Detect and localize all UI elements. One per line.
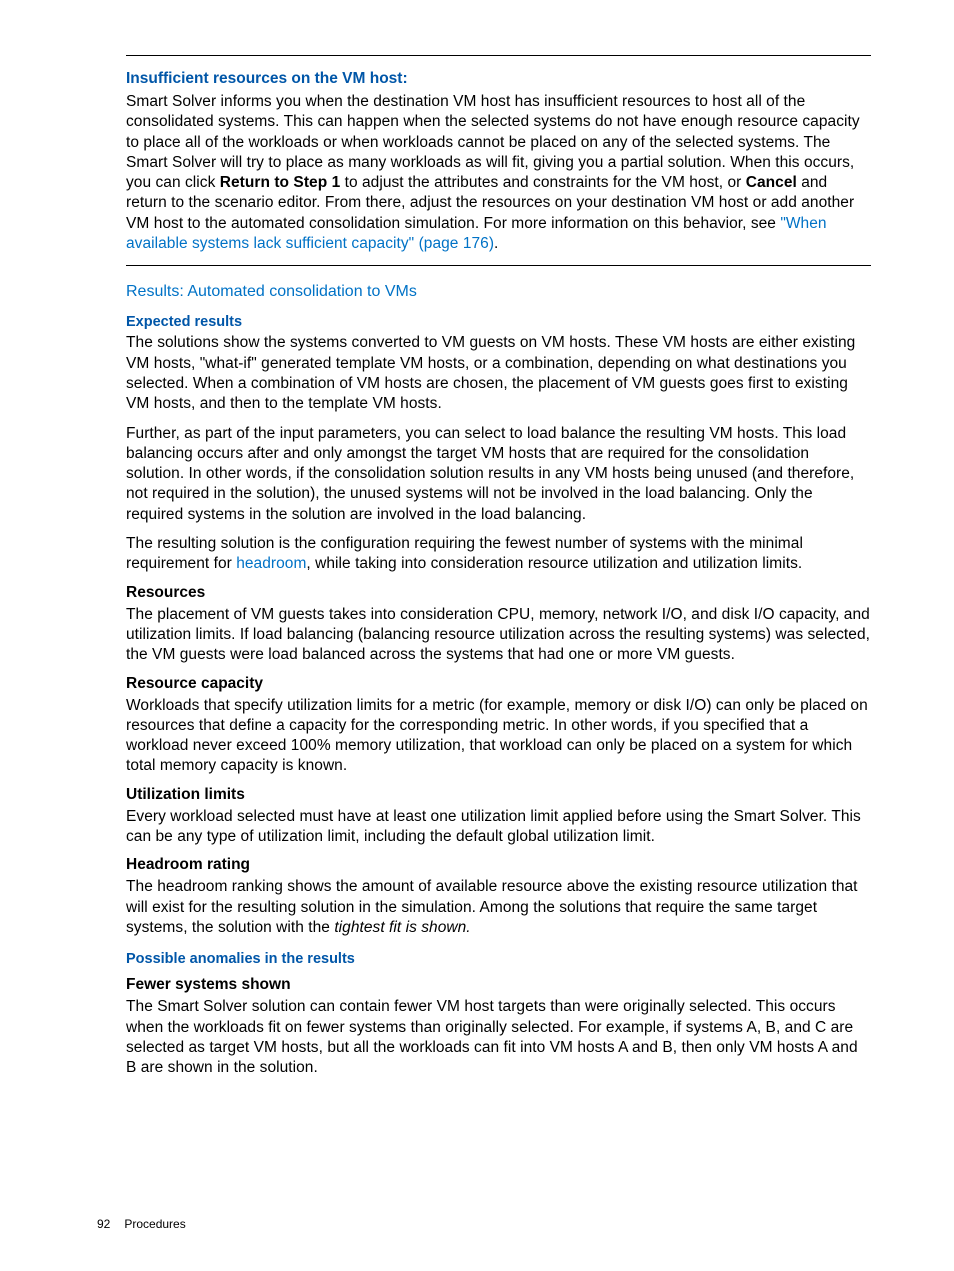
heading-expected-results: Expected results xyxy=(126,314,871,330)
paragraph-fewer: The Smart Solver solution can contain fe… xyxy=(126,997,871,1078)
paragraph-expected-2: Further, as part of the input parameters… xyxy=(126,424,871,525)
text-span: , while taking into consideration resour… xyxy=(306,555,802,572)
paragraph-insufficient: Smart Solver informs you when the destin… xyxy=(126,92,871,254)
paragraph-capacity: Workloads that specify utilization limit… xyxy=(126,696,871,777)
text-span: to adjust the attributes and constraints… xyxy=(340,174,745,191)
heading-anomalies: Possible anomalies in the results xyxy=(126,951,871,967)
section-rule xyxy=(126,265,871,266)
headroom-link[interactable]: headroom xyxy=(236,555,306,572)
tightest-fit-italic: tightest fit is shown. xyxy=(334,919,470,936)
heading-resources: Resources xyxy=(126,584,871,602)
heading-insufficient: Insufficient resources on the VM host: xyxy=(126,70,871,88)
heading-utilization-limits: Utilization limits xyxy=(126,786,871,804)
paragraph-headroom: The headroom ranking shows the amount of… xyxy=(126,877,871,938)
paragraph-expected-1: The solutions show the systems converted… xyxy=(126,333,871,414)
heading-resource-capacity: Resource capacity xyxy=(126,675,871,693)
paragraph-resources: The placement of VM guests takes into co… xyxy=(126,605,871,666)
heading-results: Results: Automated consolidation to VMs xyxy=(126,283,871,301)
top-rule xyxy=(126,55,871,56)
text-span: . xyxy=(494,235,498,252)
paragraph-expected-3: The resulting solution is the configurat… xyxy=(126,534,871,575)
cancel-label: Cancel xyxy=(746,174,797,191)
page-number: 92 xyxy=(97,1217,110,1231)
text-span: The headroom ranking shows the amount of… xyxy=(126,878,858,936)
heading-headroom-rating: Headroom rating xyxy=(126,856,871,874)
footer-section-name: Procedures xyxy=(124,1217,185,1231)
return-to-step-label: Return to Step 1 xyxy=(220,174,341,191)
heading-fewer-systems: Fewer systems shown xyxy=(126,976,871,994)
page-footer: 92 Procedures xyxy=(97,1217,186,1231)
paragraph-utilization: Every workload selected must have at lea… xyxy=(126,807,871,848)
